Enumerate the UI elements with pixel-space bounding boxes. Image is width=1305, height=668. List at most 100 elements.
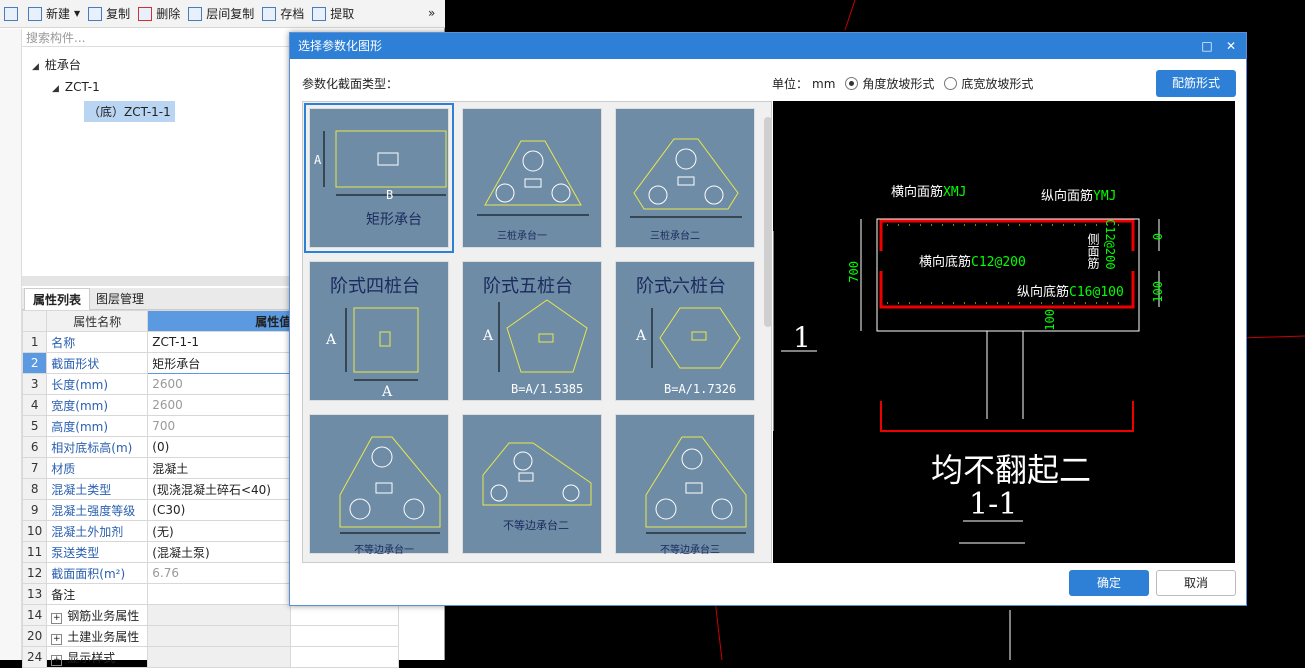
row-index: 9 bbox=[21, 499, 48, 521]
row-value[interactable]: 6.76 bbox=[147, 562, 292, 584]
row-index: 5 bbox=[21, 415, 48, 437]
rebar-form-button[interactable]: 配筋形式 bbox=[1156, 70, 1236, 97]
side-strip bbox=[0, 29, 22, 660]
new-button[interactable]: 新建 ▼ bbox=[28, 5, 80, 22]
row-name: 混凝土类型 bbox=[46, 478, 149, 500]
radio-width-slope[interactable] bbox=[944, 77, 958, 90]
floor-copy-button[interactable]: 层间复制 bbox=[188, 5, 254, 22]
row-value[interactable]: 混凝土 bbox=[147, 457, 292, 479]
row-value[interactable] bbox=[147, 604, 292, 626]
shape-step-4pile[interactable]: 阶式四桩台 A A bbox=[309, 261, 449, 401]
tree-node-zct1[interactable]: ◢ ZCT-1 bbox=[52, 80, 100, 94]
row-name: 名称 bbox=[46, 331, 149, 353]
copy-button[interactable]: 复制 bbox=[88, 5, 130, 22]
param-shape-dialog: 选择参数化图形 □ ✕ 参数化截面类型： 单位： mm 角度放坡形式 底宽放坡形… bbox=[289, 32, 1247, 606]
row-index: 11 bbox=[21, 541, 48, 563]
shape-three-pile-1[interactable]: 三桩承台一 bbox=[462, 108, 602, 248]
expand-icon[interactable]: + bbox=[51, 654, 63, 666]
dropdown-icon: ▼ bbox=[74, 9, 81, 18]
row-value[interactable]: (0) bbox=[147, 436, 292, 458]
row-name: 混凝土外加剂 bbox=[46, 520, 149, 542]
row-value[interactable]: 2600 bbox=[147, 373, 292, 395]
row-value[interactable]: (无) bbox=[147, 520, 292, 542]
table-row[interactable]: 14 + 钢筋业务属性 bbox=[21, 604, 400, 626]
row-extra bbox=[290, 646, 400, 668]
row-name: 截面形状 bbox=[46, 352, 149, 374]
collapse-icon: ◢ bbox=[52, 84, 59, 94]
row-name: 相对底标高(m) bbox=[46, 436, 149, 458]
shape-unequal-3[interactable]: 不等边承台三 bbox=[615, 414, 755, 556]
shape-three-pile-2[interactable]: 三桩承台二 bbox=[615, 108, 755, 248]
section-type-label: 参数化截面类型： bbox=[302, 77, 399, 91]
table-row[interactable]: 24 + 显示样式 bbox=[21, 646, 400, 668]
shape-unequal-1[interactable]: 不等边承台一 bbox=[309, 414, 449, 556]
radio-angle-slope[interactable] bbox=[845, 77, 859, 90]
delete-icon bbox=[138, 6, 153, 21]
shape-unequal-2[interactable]: 不等边承台二 bbox=[462, 414, 602, 554]
row-index: 20 bbox=[21, 625, 48, 647]
row-value[interactable]: 700 bbox=[147, 415, 292, 437]
row-index: 4 bbox=[21, 394, 48, 416]
tree-node-zct1-1[interactable]: （底）ZCT-1-1 bbox=[84, 101, 175, 122]
shape-rect-cap[interactable]: A B 矩形承台 bbox=[304, 103, 454, 253]
row-index: 2 bbox=[21, 352, 48, 374]
row-value[interactable]: (现浇混凝土碎石<40) bbox=[147, 478, 292, 500]
shape-grid: A B 矩形承台 三桩承台一 三桩承台二 阶式四桩台 A A 阶式五桩台 A B… bbox=[302, 101, 772, 563]
extract-button[interactable]: 提取 bbox=[312, 5, 354, 22]
more-button[interactable]: » bbox=[428, 6, 435, 20]
new-icon bbox=[28, 6, 42, 21]
shape-step-6pile[interactable]: 阶式六桩台 A B=A/1.7326 bbox=[615, 261, 755, 401]
table-row[interactable]: 20 + 土建业务属性 bbox=[21, 625, 400, 647]
row-value[interactable] bbox=[147, 583, 292, 605]
row-index: 24 bbox=[21, 646, 48, 668]
maximize-icon[interactable]: □ bbox=[1196, 33, 1218, 59]
component-tree: ◢ 桩承台 ◢ ZCT-1 （底）ZCT-1-1 bbox=[22, 48, 292, 274]
row-index: 12 bbox=[21, 562, 48, 584]
tab-layers[interactable]: 图层管理 bbox=[88, 288, 152, 310]
row-name: + 钢筋业务属性 bbox=[46, 604, 149, 626]
collapse-icon: ◢ bbox=[32, 62, 39, 72]
row-name: + 土建业务属性 bbox=[46, 625, 149, 647]
component-toolbar: 新建 ▼ 复制 删除 层间复制 存档 提取 » bbox=[0, 0, 445, 28]
label-v-bot: 纵向底筋C16@100 bbox=[1017, 285, 1124, 300]
label-h-bot: 横向底筋C12@200 bbox=[919, 255, 1026, 270]
row-name: 宽度(mm) bbox=[46, 394, 149, 416]
extract-icon bbox=[312, 6, 327, 21]
row-value[interactable]: (混凝土泵) bbox=[147, 541, 292, 563]
row-value[interactable]: 矩形承台 bbox=[147, 352, 292, 374]
label-h-top: 横向面筋XMJ bbox=[891, 185, 967, 200]
expand-icon[interactable]: + bbox=[51, 612, 63, 624]
row-index: 10 bbox=[21, 520, 48, 542]
row-index: 6 bbox=[21, 436, 48, 458]
expand-icon[interactable]: + bbox=[51, 633, 63, 645]
row-index: 1 bbox=[21, 331, 48, 353]
label-v-top: 纵向面筋YMJ bbox=[1041, 189, 1117, 204]
close-icon[interactable]: ✕ bbox=[1220, 33, 1242, 59]
grid-scrollbar[interactable] bbox=[764, 117, 772, 327]
row-name: 长度(mm) bbox=[46, 373, 149, 395]
row-index: 3 bbox=[21, 373, 48, 395]
row-value[interactable] bbox=[147, 625, 292, 647]
row-value[interactable]: 2600 bbox=[147, 394, 292, 416]
row-value[interactable]: ZCT-1-1 bbox=[147, 331, 292, 353]
cancel-button[interactable]: 取消 bbox=[1156, 570, 1236, 596]
row-name: 材质 bbox=[46, 457, 149, 479]
row-value[interactable] bbox=[147, 646, 292, 668]
shape-step-5pile[interactable]: 阶式五桩台 A B=A/1.5385 bbox=[462, 261, 602, 401]
search-input[interactable]: 搜索构件... bbox=[22, 29, 292, 47]
save-button[interactable]: 存档 bbox=[262, 5, 304, 22]
tab-props[interactable]: 属性列表 bbox=[24, 288, 91, 310]
tree-node-root[interactable]: ◢ 桩承台 bbox=[32, 56, 81, 73]
delete-button[interactable]: 删除 bbox=[138, 5, 180, 22]
ok-button[interactable]: 确定 bbox=[1069, 570, 1149, 596]
row-value[interactable]: (C30) bbox=[147, 499, 292, 521]
panel-menu-icon[interactable] bbox=[4, 6, 18, 21]
row-extra bbox=[290, 604, 400, 626]
row-name: 截面面积(m²) bbox=[46, 562, 149, 584]
row-name: 混凝土强度等级 bbox=[46, 499, 149, 521]
row-index: 14 bbox=[21, 604, 48, 626]
header-index bbox=[21, 310, 48, 332]
row-name: 高度(mm) bbox=[46, 415, 149, 437]
row-index: 7 bbox=[21, 457, 48, 479]
row-extra bbox=[290, 625, 400, 647]
